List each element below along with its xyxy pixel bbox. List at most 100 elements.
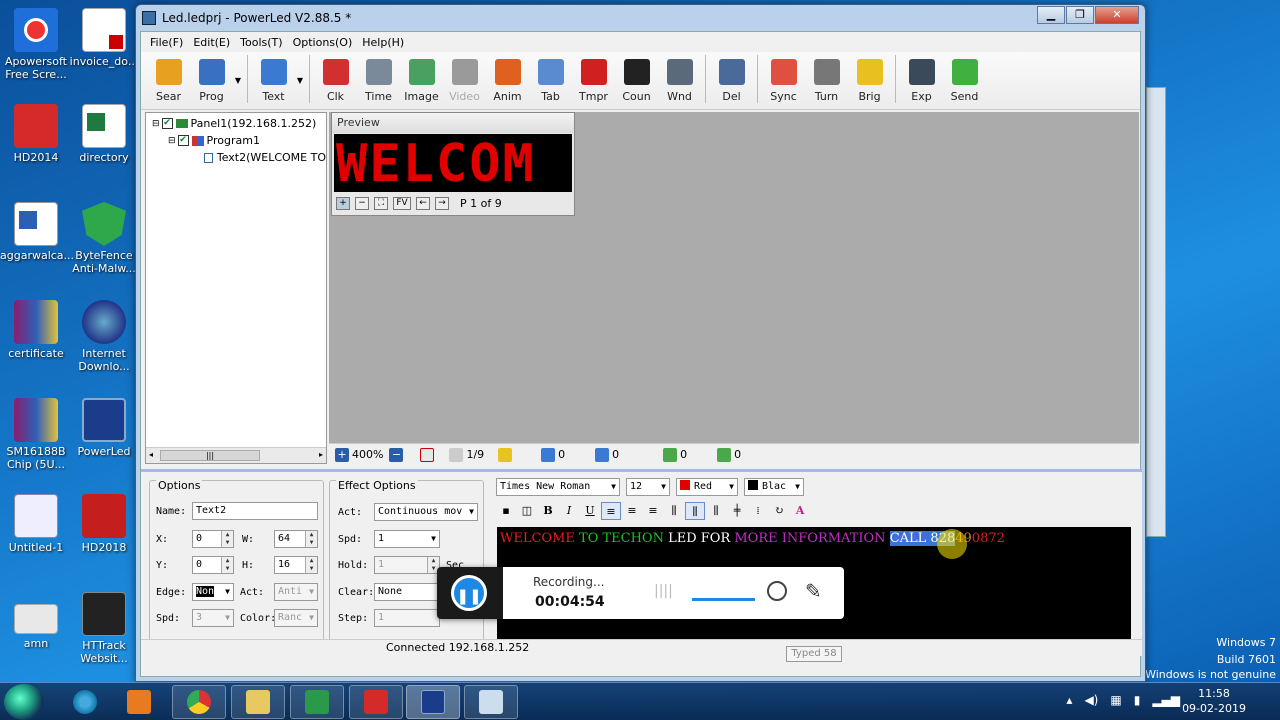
act-select[interactable]: Anti ▼ <box>274 583 318 601</box>
scroll-right-icon[interactable]: ▸ <box>319 450 323 459</box>
bold-icon[interactable]: B <box>538 502 558 520</box>
toolbar-coun-button[interactable]: Coun <box>615 59 658 103</box>
background-window-edge[interactable] <box>1146 87 1166 537</box>
minimize-button[interactable]: ▁ <box>1037 6 1065 24</box>
menu-help[interactable]: Help(H) <box>357 36 409 49</box>
fv-button[interactable]: FV <box>393 196 411 210</box>
zoom-in-icon[interactable]: + <box>335 447 349 462</box>
horizontal-size-icon[interactable] <box>717 447 732 462</box>
tree-node-text[interactable]: Text2(WELCOME TO <box>146 149 326 166</box>
w-input[interactable]: 64 ▲ ▼ <box>274 530 318 548</box>
toolbar-anim-button[interactable]: Anim <box>486 59 529 103</box>
zoom-out-icon[interactable]: − <box>389 447 404 462</box>
battery-icon[interactable]: ▮ <box>1134 693 1141 707</box>
toolbar-time-button[interactable]: Time <box>357 59 400 103</box>
start-button[interactable] <box>4 684 44 720</box>
hold-input[interactable]: 1 ▲ ▼ <box>374 556 440 574</box>
underline-icon[interactable]: U <box>580 502 600 520</box>
first-page-icon[interactable] <box>449 447 464 462</box>
desktop-icon-powerled[interactable]: PowerLed <box>68 398 140 458</box>
desktop-icon-certificate[interactable]: certificate <box>0 300 72 360</box>
dropdown-arrow-icon[interactable]: ▼ <box>233 76 243 85</box>
network-icon[interactable]: ▦ <box>1110 693 1121 707</box>
tree-node-program[interactable]: ⊟ ✔ Program1 <box>146 132 326 149</box>
play-icon[interactable] <box>420 447 435 462</box>
align-right-icon[interactable]: ≡ <box>643 502 663 520</box>
desktop-icon-apowersoft[interactable]: Apowersoft Free Scre... <box>0 8 72 81</box>
toolbar-sync-button[interactable]: Sync <box>762 59 805 103</box>
desktop-icon-word-doc[interactable]: aggarwalca... <box>0 202 74 262</box>
desktop-icon-hd2018[interactable]: HD2018 <box>68 494 140 554</box>
toolbar-del-button[interactable]: Del <box>710 59 753 103</box>
menu-tools[interactable]: Tools(T) <box>235 36 287 49</box>
desktop-icon-directory[interactable]: directory <box>68 104 140 164</box>
toolbar-video-button[interactable]: Video <box>443 59 486 103</box>
toolbar-tmpr-button[interactable]: Tmpr <box>572 59 615 103</box>
background-color-select[interactable]: Blac ▼ <box>744 478 804 496</box>
volume-slider[interactable] <box>692 598 755 601</box>
toolbar-tab-button[interactable]: Tab <box>529 59 572 103</box>
zoom-out-icon[interactable]: − <box>355 196 369 210</box>
open-folder-icon[interactable]: ◫ <box>517 502 537 520</box>
align-center-icon[interactable]: ≡ <box>622 502 642 520</box>
pause-icon[interactable]: ❚❚ <box>451 575 487 611</box>
save-icon[interactable]: ▪ <box>496 502 516 520</box>
menu-edit[interactable]: Edit(E) <box>188 36 235 49</box>
clear-select[interactable]: None <box>374 583 440 601</box>
toolbar-prog-button[interactable]: Prog <box>190 59 233 103</box>
taskbar-chrome[interactable] <box>172 685 226 719</box>
h-input[interactable]: 16 ▲ ▼ <box>274 556 318 574</box>
last-page-icon[interactable] <box>498 447 513 462</box>
volume-icon[interactable]: ◀) <box>1084 693 1098 707</box>
font-size-select[interactable]: 12 ▼ <box>626 478 670 496</box>
checkbox-icon[interactable]: ✔ <box>161 118 173 129</box>
taskbar-notepad[interactable] <box>464 685 518 719</box>
title-bar[interactable]: Led.ledprj - PowerLed V2.88.5 * ▁ ❐ ✕ <box>136 5 1145 31</box>
prev-page-icon[interactable]: ← <box>416 196 430 210</box>
line-spacing-icon[interactable]: ⁞ <box>748 502 768 520</box>
system-clock[interactable]: 11:58 09-02-2019 <box>1182 686 1246 716</box>
text-effect-icon[interactable]: A <box>790 502 810 520</box>
desktop-icon-bytefence[interactable]: ByteFence Anti-Malw... <box>68 202 140 275</box>
dropdown-arrow-icon[interactable]: ▼ <box>295 76 305 85</box>
checkbox-icon[interactable]: ✔ <box>177 135 189 146</box>
effect-spd-select[interactable]: 1 ▼ <box>374 530 440 548</box>
valign-middle-icon[interactable]: ⫼ <box>685 502 705 520</box>
toolbar-clk-button[interactable]: Clk <box>314 59 357 103</box>
taskbar-media[interactable] <box>112 685 166 719</box>
y-input[interactable]: 0 ▲ ▼ <box>192 556 234 574</box>
desktop-icon-invoice[interactable]: invoice_do... <box>68 8 140 68</box>
fit-icon[interactable]: ⛶ <box>374 196 388 210</box>
desktop-icon-hd2014[interactable]: HD2014 <box>0 104 72 164</box>
signal-icon[interactable]: ▂▄▆ <box>1152 693 1180 707</box>
valign-top-icon[interactable]: ⫼ <box>664 502 684 520</box>
toolbar-sear-button[interactable]: Sear <box>147 59 190 103</box>
toolbar-wnd-button[interactable]: Wnd <box>658 59 701 103</box>
pen-icon[interactable]: ✎ <box>805 579 822 603</box>
toolbar-brig-button[interactable]: Brig <box>848 59 891 103</box>
effect-act-select[interactable]: Continuous mov ▼ <box>374 503 478 521</box>
x-input[interactable]: 0 ▲ ▼ <box>192 530 234 548</box>
taskbar-powerled[interactable] <box>406 685 460 719</box>
tree-horizontal-scrollbar[interactable]: ◂ ||| ▸ <box>146 447 326 463</box>
recorder-handle[interactable]: ❚❚ <box>437 567 503 619</box>
close-button[interactable]: ✕ <box>1095 6 1139 24</box>
desktop-icon-httrack[interactable]: HTTrack Websit... <box>68 592 140 665</box>
color-select[interactable]: Ranc ▼ <box>274 609 318 627</box>
toolbar-send-button[interactable]: Send <box>943 59 986 103</box>
desktop-icon-amn[interactable]: amn <box>0 604 72 650</box>
scrollbar-thumb[interactable]: ||| <box>160 450 260 461</box>
toolbar-turn-button[interactable]: Turn <box>805 59 848 103</box>
taskbar-app[interactable] <box>290 685 344 719</box>
vertical-align-icon[interactable] <box>541 447 556 462</box>
menu-file[interactable]: File(F) <box>145 36 188 49</box>
toolbar-exp-button[interactable]: Exp <box>900 59 943 103</box>
zoom-in-icon[interactable]: + <box>336 196 350 210</box>
valign-bottom-icon[interactable]: ⫼ <box>706 502 726 520</box>
edge-select[interactable]: Non ▼ <box>192 583 234 601</box>
text-color-select[interactable]: Red ▼ <box>676 478 738 496</box>
horizontal-align-icon[interactable] <box>595 447 610 462</box>
taskbar-hd[interactable] <box>349 685 403 719</box>
name-input[interactable]: Text2 <box>192 502 318 520</box>
desktop-icon-sm16188b[interactable]: SM16188B Chip (5U... <box>0 398 72 471</box>
